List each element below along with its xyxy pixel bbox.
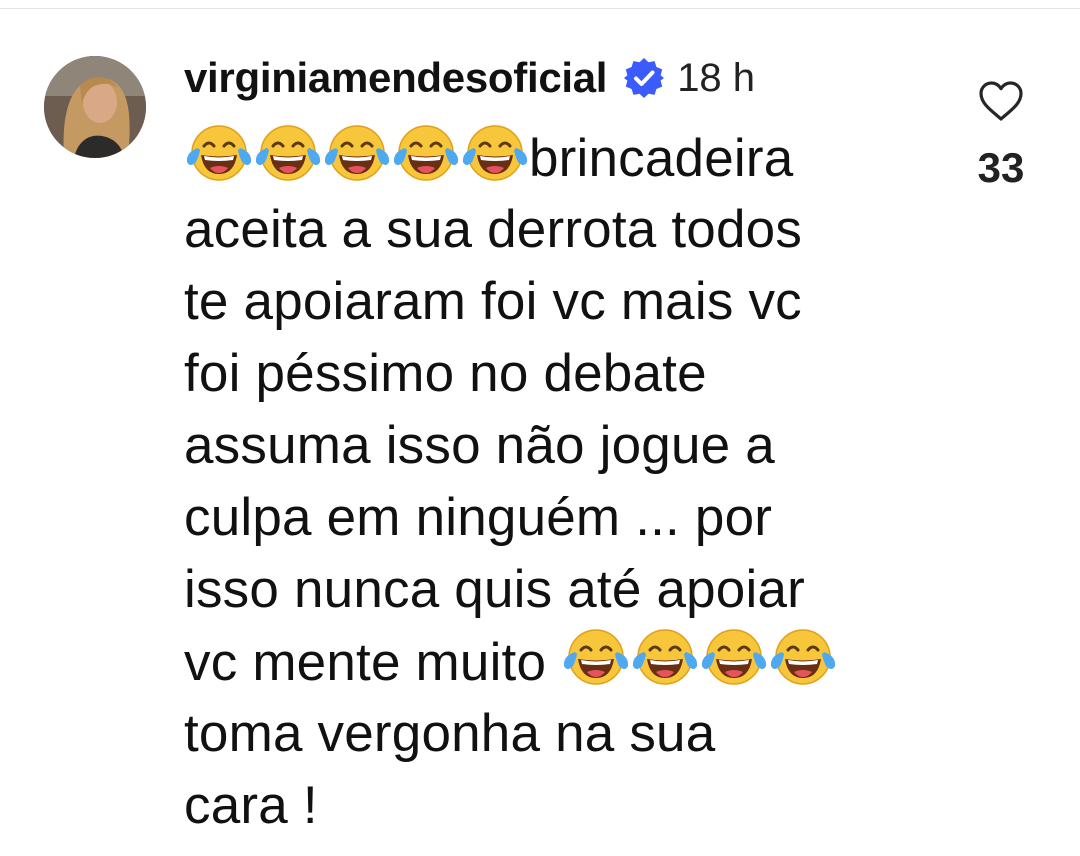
face-with-tears-of-joy-icon [630,626,700,688]
comment-line: foi péssimo no debate [184,338,944,410]
comment-line-text: isso nunca quis até apoiar [184,560,805,619]
comment-line: assuma isso não jogue a [184,410,944,482]
comment-line-text: assuma isso não jogue a [184,416,775,475]
comment-line: vc mente muito [184,626,944,698]
face-with-tears-of-joy-icon [184,122,254,184]
face-with-tears-of-joy-icon [460,122,530,184]
face-with-tears-of-joy-icon [391,122,461,184]
comment-line: toma vergonha na sua [184,698,944,770]
emoji-run [561,626,837,707]
face-with-tears-of-joy-icon [768,626,838,688]
like-section: 33 [966,80,1036,192]
comment-line-text: foi péssimo no debate [184,344,707,403]
emoji-run [184,122,529,203]
comment-line: culpa em ninguém ... por [184,482,944,554]
comment-line-text: aceita a sua derrota todos [184,200,803,259]
verified-badge-icon [623,57,665,99]
username[interactable]: virginiamendesoficial [184,54,607,102]
comment-line-text: brincadeira [529,129,794,188]
like-count: 33 [977,144,1025,191]
comment-text: brincadeira aceita a sua derrota todos te … [184,122,944,842]
comment-line-text: vc mente muito [184,633,562,692]
face-with-tears-of-joy-icon [561,626,631,688]
comment-header: virginiamendesoficial 18 h [184,50,755,106]
comment-line-text: culpa em ninguém ... por [184,488,773,547]
comment-line-text: te apoiaram foi vc mais vc [184,272,802,331]
heart-outline-icon[interactable] [978,80,1024,122]
comment-line: aceita a sua derrota todos [184,194,944,266]
face-with-tears-of-joy-icon [699,626,769,688]
comment-line-text: toma vergonha na sua [184,704,716,763]
comment-item: virginiamendesoficial 18 h brincadeira ac… [0,0,1080,856]
face-with-tears-of-joy-icon [322,122,392,184]
comment-line: te apoiaram foi vc mais vc [184,266,944,338]
comment-line: brincadeira [184,122,944,194]
face-with-tears-of-joy-icon [253,122,323,184]
avatar[interactable] [44,56,146,158]
timestamp: 18 h [677,55,756,100]
comment-line-text: cara ! [184,776,318,835]
comment-line: cara ! [184,770,944,842]
comment-line: isso nunca quis até apoiar [184,554,944,626]
